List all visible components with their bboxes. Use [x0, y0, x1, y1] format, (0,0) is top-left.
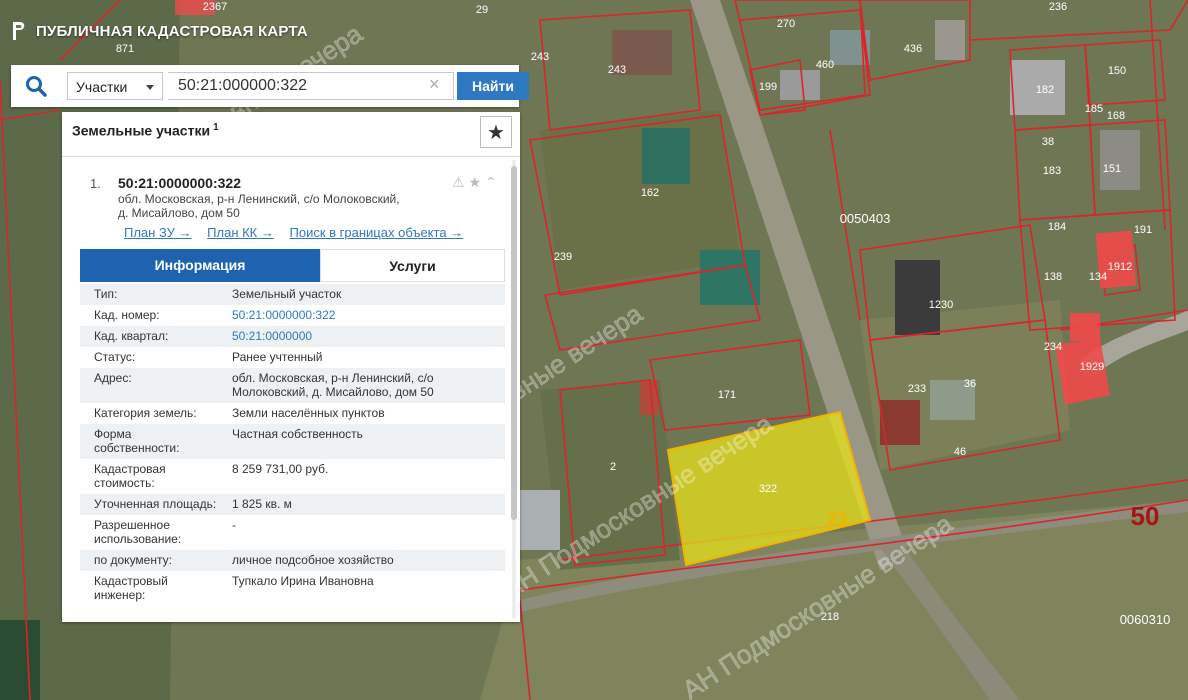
panel-scrollbar[interactable] — [510, 160, 518, 618]
search-icon[interactable] — [11, 65, 61, 107]
table-row: Кад. квартал: 50:21:0000000 — [80, 326, 505, 347]
favorite-button[interactable]: ★ — [480, 116, 512, 148]
table-row: Уточненная площадь: 1 825 кв. м — [80, 494, 505, 515]
map-label: 239 — [554, 251, 572, 263]
tabs: Информация Услуги — [80, 249, 505, 282]
map-label: 29 — [476, 4, 488, 16]
search-input[interactable] — [168, 72, 454, 100]
item-cad-number[interactable]: 50:21:0000000:322 — [118, 175, 241, 191]
table-row: Кад. номер: 50:21:0000000:322 — [94, 308, 336, 322]
plan-kk-link[interactable]: План КК → — [207, 225, 274, 240]
map-label: 1929 — [1080, 361, 1104, 373]
map-label: 138 — [1044, 271, 1062, 283]
table-row: Статус: Ранее учтенный — [94, 350, 323, 364]
table-row: Кадастровый инженер:Тупкало Ирина Иванов… — [94, 574, 374, 602]
map-label: 0050403 — [840, 211, 891, 226]
map-label: 168 — [1107, 110, 1125, 122]
map-label: 436 — [904, 43, 922, 55]
map-label: 183 — [1043, 165, 1061, 177]
map-label: 322 — [759, 483, 777, 495]
map-label: 36 — [964, 378, 976, 390]
divider — [62, 156, 520, 157]
app-header: ПУБЛИЧНАЯ КАДАСТРОВАЯ КАРТА — [10, 20, 308, 42]
item-number: 1. — [90, 176, 101, 191]
result-count: 1 — [213, 122, 219, 133]
find-button[interactable]: Найти — [457, 72, 529, 100]
map-label: 2 — [610, 461, 616, 473]
map-label: 233 — [908, 383, 926, 395]
map-label: 871 — [116, 43, 134, 55]
district-label-50: 50 — [1131, 501, 1160, 531]
item-address: обл. Московская, р-н Ленинский, с/о Моло… — [118, 192, 400, 220]
map-label: 184 — [1048, 221, 1066, 233]
map-label: 1912 — [1108, 261, 1132, 273]
map-label: 243 — [608, 64, 626, 76]
clear-icon[interactable]: × — [429, 74, 440, 95]
item-links: План ЗУ → План КК → Поиск в границах объ… — [124, 225, 475, 240]
map-label: 460 — [816, 59, 834, 71]
map-label: 234 — [1044, 341, 1062, 353]
map-label: 199 — [759, 81, 777, 93]
map-label: 46 — [954, 446, 966, 458]
tab-info[interactable]: Информация — [80, 249, 320, 282]
scrollbar-thumb[interactable] — [511, 166, 517, 520]
search-bar: Участки × Найти — [11, 65, 529, 107]
map-label: 151 — [1103, 163, 1121, 175]
map-label: 171 — [718, 389, 736, 401]
map-label: 2367 — [203, 1, 227, 13]
panel-title: Земельные участки 1 — [72, 122, 219, 139]
info-table: Тип: Земельный участок Кад. номер: 50:21:0… — [80, 284, 505, 606]
map-label: 0060310 — [1120, 612, 1171, 627]
rosreestr-logo-icon — [13, 22, 25, 40]
map-label: 243 — [531, 51, 549, 63]
map-label: 1230 — [929, 299, 953, 311]
tab-services[interactable]: Услуги — [320, 249, 505, 282]
map-label: 150 — [1108, 65, 1126, 77]
search-bounds-link[interactable]: Поиск в границах объекта → — [290, 225, 464, 240]
app-title: ПУБЛИЧНАЯ КАДАСТРОВАЯ КАРТА — [36, 22, 308, 40]
star-icon[interactable]: ★ — [468, 174, 481, 190]
map-label: 185 — [1085, 103, 1103, 115]
map-label: 191 — [1134, 224, 1152, 236]
table-row: Тип: Земельный участок — [80, 284, 505, 305]
warning-icon[interactable]: ⚠ — [452, 174, 465, 190]
table-row: Категория земель: Земли населённых пункто… — [94, 406, 385, 420]
item-actions: ⚠ ★ ⌃ — [452, 174, 497, 191]
map-label: 236 — [1049, 1, 1067, 13]
plan-zu-link[interactable]: План ЗУ → — [124, 225, 192, 240]
search-type-select[interactable]: Участки — [67, 72, 163, 100]
table-row: Кадастровая стоимость:8 259 731,00 руб. — [94, 462, 329, 490]
block-label-21: 21 — [827, 508, 849, 530]
chevron-down-icon — [146, 85, 154, 90]
chevron-up-icon[interactable]: ⌃ — [485, 174, 497, 190]
map-label: 38 — [1042, 136, 1054, 148]
table-row: Разрешенное использование:- — [94, 518, 236, 546]
star-icon: ★ — [487, 121, 505, 144]
map-label: 182 — [1036, 84, 1054, 96]
search-type-label: Участки — [76, 79, 128, 95]
map-label: 162 — [641, 187, 659, 199]
results-panel: Земельные участки 1 ★ 1. 50:21:0000000:32… — [62, 112, 520, 622]
map-label: 270 — [777, 18, 795, 30]
table-row: по документу: личное подсобное хозяйство — [80, 550, 505, 571]
map-label: 134 — [1089, 271, 1107, 283]
table-row: Адрес: обл. Московская, р-н Ленинский, с/… — [80, 368, 505, 403]
table-row: Форма собственности:Частная собственност… — [80, 424, 505, 459]
